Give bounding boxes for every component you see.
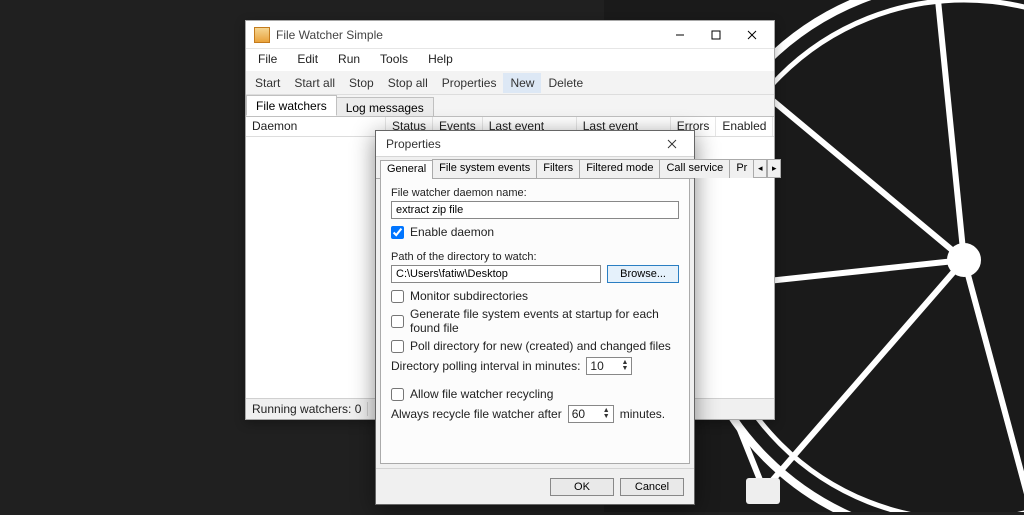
dlg-tab-general[interactable]: General	[380, 160, 433, 179]
col-daemon[interactable]: Daemon	[246, 117, 386, 136]
dlg-tab-call-service[interactable]: Call service	[659, 159, 730, 178]
dlg-tab-fse[interactable]: File system events	[432, 159, 537, 178]
status-running-watchers: Running watchers: 0	[252, 402, 368, 416]
monitor-sub-checkbox[interactable]	[391, 290, 404, 303]
minimize-button[interactable]	[662, 24, 698, 46]
dlg-tab-filters[interactable]: Filters	[536, 159, 580, 178]
toolbar-start-all[interactable]: Start all	[287, 73, 342, 93]
poll-interval-stepper[interactable]: 10 ▲▼	[586, 357, 632, 375]
enable-daemon-label: Enable daemon	[410, 225, 494, 239]
daemon-name-label: File watcher daemon name:	[391, 187, 679, 199]
recycle-after-label: Always recycle file watcher after	[391, 407, 562, 421]
dialog-body: File watcher daemon name: Enable daemon …	[380, 179, 690, 464]
toolbar-start[interactable]: Start	[248, 73, 287, 93]
tab-file-watchers[interactable]: File watchers	[246, 95, 337, 116]
menu-tools[interactable]: Tools	[370, 49, 418, 71]
recycle-after-value: 60	[572, 407, 585, 421]
menu-file[interactable]: File	[248, 49, 287, 71]
col-enabled[interactable]: Enabled	[716, 117, 773, 136]
dlg-tab-filtered-mode[interactable]: Filtered mode	[579, 159, 660, 178]
app-icon	[254, 27, 270, 43]
allow-recycle-label: Allow file watcher recycling	[410, 387, 553, 401]
ok-button[interactable]: OK	[550, 478, 614, 496]
browse-button[interactable]: Browse...	[607, 265, 679, 283]
dialog-tabs: General File system events Filters Filte…	[376, 157, 694, 179]
window-title: File Watcher Simple	[276, 28, 662, 42]
cancel-button[interactable]: Cancel	[620, 478, 684, 496]
gen-events-checkbox[interactable]	[391, 315, 404, 328]
poll-interval-label: Directory polling interval in minutes:	[391, 359, 580, 373]
poll-interval-value: 10	[590, 359, 603, 373]
toolbar-stop-all[interactable]: Stop all	[381, 73, 435, 93]
tab-log-messages[interactable]: Log messages	[336, 97, 434, 116]
stepper-arrows-icon[interactable]: ▲▼	[621, 360, 628, 372]
path-label: Path of the directory to watch:	[391, 251, 679, 263]
toolbar-new[interactable]: New	[503, 73, 541, 93]
menu-help[interactable]: Help	[418, 49, 463, 71]
poll-dir-checkbox[interactable]	[391, 340, 404, 353]
gen-events-label: Generate file system events at startup f…	[410, 307, 679, 335]
toolbar-delete[interactable]: Delete	[541, 73, 590, 93]
daemon-name-input[interactable]	[391, 201, 679, 219]
recycle-after-stepper[interactable]: 60 ▲▼	[568, 405, 614, 423]
menu-edit[interactable]: Edit	[287, 49, 328, 71]
dlg-tab-pr[interactable]: Pr	[729, 159, 754, 178]
dialog-close-button[interactable]	[656, 132, 688, 156]
close-button[interactable]	[734, 24, 770, 46]
menubar: File Edit Run Tools Help	[246, 49, 774, 71]
properties-dialog: Properties General File system events Fi…	[375, 130, 695, 505]
allow-recycle-checkbox[interactable]	[391, 388, 404, 401]
dialog-footer: OK Cancel	[376, 468, 694, 504]
dialog-title: Properties	[386, 137, 656, 151]
main-tabs: File watchers Log messages	[246, 95, 774, 117]
toolbar: Start Start all Stop Stop all Properties…	[246, 71, 774, 95]
recycle-unit-label: minutes.	[620, 407, 665, 421]
enable-daemon-checkbox[interactable]	[391, 226, 404, 239]
maximize-button[interactable]	[698, 24, 734, 46]
monitor-sub-label: Monitor subdirectories	[410, 289, 528, 303]
toolbar-stop[interactable]: Stop	[342, 73, 381, 93]
stepper-arrows-icon[interactable]: ▲▼	[603, 408, 610, 420]
tab-scroll-right-icon[interactable]: ▸	[767, 159, 781, 178]
dialog-titlebar[interactable]: Properties	[376, 131, 694, 157]
titlebar[interactable]: File Watcher Simple	[246, 21, 774, 49]
path-input[interactable]	[391, 265, 601, 283]
toolbar-properties[interactable]: Properties	[435, 73, 504, 93]
menu-run[interactable]: Run	[328, 49, 370, 71]
poll-dir-label: Poll directory for new (created) and cha…	[410, 339, 671, 353]
tab-scroll-left-icon[interactable]: ◂	[753, 159, 767, 178]
